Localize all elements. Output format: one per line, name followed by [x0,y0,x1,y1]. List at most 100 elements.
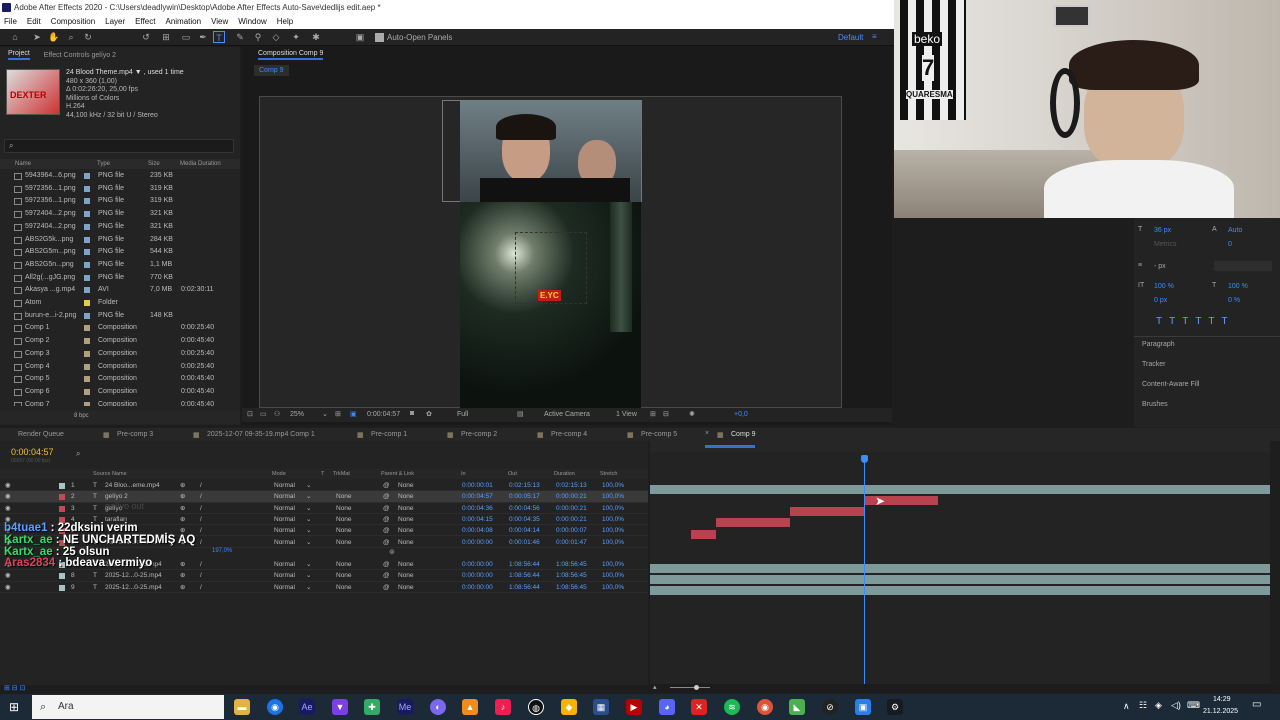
fx-slash-icon[interactable]: / [200,480,202,491]
fx-slash-icon[interactable]: / [200,503,202,514]
layer-stretch[interactable]: 100,0% [602,491,624,502]
zoom-slider-track[interactable] [670,687,710,688]
snapshot-icon[interactable]: ◙ [410,410,414,417]
project-list-item[interactable]: Akasya ...g.mp4 AVI 7,0 MB 0:02:30:11 [0,284,232,297]
dropdown-chevron-icon[interactable]: ⌄ [306,514,311,525]
dropdown-chevron-icon[interactable]: ⌄ [306,503,311,514]
project-list-item[interactable]: 5972404...2.png PNG file 321 KB [0,221,232,234]
taskbar-date[interactable]: 21.12.2025 [1203,708,1238,715]
eye-icon[interactable]: ◉ [5,582,11,593]
fx-slash-icon[interactable]: / [200,537,202,548]
monitor-icon[interactable]: ▭ [260,410,267,418]
blend-mode-select[interactable]: Normal [274,503,295,514]
tab-pre-comp-4[interactable]: Pre-comp 4 [551,431,587,438]
label-swatch[interactable] [84,325,90,332]
puppet-tool-icon[interactable]: ✱ [310,31,322,43]
fx-slash-icon[interactable]: / [200,559,202,570]
out-point[interactable]: 0:02:15:13 [509,480,540,491]
layer-stretch[interactable]: 100,0% [602,525,624,536]
layer-duration[interactable]: 0:00:00:21 [556,503,587,514]
label-swatch[interactable] [84,312,90,319]
blend-mode-select[interactable]: Normal [274,514,295,525]
dropdown-chevron-icon[interactable]: ⌄ [306,559,311,570]
col-duration[interactable]: Media Duration [180,161,221,167]
anchor-tool-icon[interactable]: ⊞ [160,31,172,43]
project-list-item[interactable]: burun-e...i-2.png PNG file 148 KB [0,310,232,323]
baseline-shift-value[interactable]: 0 px [1154,297,1167,304]
tray-network-icon[interactable]: ☷ [1139,700,1147,711]
project-list-item[interactable]: ABS2G5k...png PNG file 284 KB [0,234,232,247]
layer-row[interactable]: ◉ 9 T 2025-12...0-25.mp4 ⊕ / Normal ⌄ No… [0,582,648,593]
blend-mode-select[interactable]: Normal [274,570,295,581]
clone-tool-icon[interactable]: ⚲ [252,31,264,43]
tray-app-icon[interactable]: ◈ [1155,700,1162,711]
stroke-style-select[interactable] [1214,261,1272,271]
label-swatch[interactable] [84,376,90,383]
menu-animation[interactable]: Animation [165,15,201,29]
track-matte-select[interactable]: None [336,525,352,536]
label-swatch[interactable] [84,300,90,306]
out-point[interactable]: 1:08:56:44 [509,559,540,570]
brushes-panel[interactable]: Brushes [1142,401,1168,408]
fx-slash-icon[interactable]: / [200,491,202,502]
layer-duration[interactable]: 1:08:56:45 [556,559,587,570]
layer-name[interactable]: 24 Bloo...eme.mp4 [105,480,160,491]
menu-help[interactable]: Help [277,15,293,29]
tool-app-icon[interactable]: ⊘ [822,699,838,715]
tab-pre-comp-2[interactable]: Pre-comp 2 [461,431,497,438]
app-orange-icon[interactable]: ◉ [757,699,773,715]
parent-select[interactable]: None [398,570,414,581]
scale-readout[interactable]: 197,0% [212,548,232,554]
col-source-name[interactable]: Source Name [93,471,127,477]
out-point[interactable]: 1:08:56:44 [509,570,540,581]
notes-app-icon[interactable]: ◣ [789,699,805,715]
parent-select[interactable]: None [398,559,414,570]
layer-stretch[interactable]: 100,0% [602,514,624,525]
out-point[interactable]: 0:00:04:14 [509,525,540,536]
tracking-value[interactable]: 0 [1228,241,1232,248]
parent-select[interactable]: None [398,537,414,548]
col-stretch[interactable]: Stretch [600,471,617,477]
col-in[interactable]: In [461,471,466,477]
mask-icon[interactable]: ⚇ [274,410,280,418]
snap-icon[interactable]: ▣ [354,31,366,43]
menu-layer[interactable]: Layer [105,15,125,29]
layer-duration[interactable]: 0:00:01:47 [556,537,587,548]
playhead-handle[interactable] [861,455,868,463]
layer-row[interactable]: ◉ 3 T gelíyo ⊕ / Normal ⌄ None @ None 0:… [0,503,648,514]
layer-duration[interactable]: 0:00:00:07 [556,525,587,536]
layer-name[interactable]: 2025-12...0-25.mp4 [105,570,162,581]
brush-tool-icon[interactable]: ✎ [234,31,246,43]
shy-icon[interactable]: ⊕ [180,582,185,593]
project-list-item[interactable]: 5972356...1.png PNG file 319 KB [0,195,232,208]
project-list-item[interactable]: 5972356...1.png PNG file 319 KB [0,183,232,196]
in-point[interactable]: 0:00:00:00 [462,559,493,570]
pickwhip-icon[interactable]: @ [383,582,390,593]
zoom-slider-thumb[interactable] [694,685,699,690]
dropdown-chevron-icon[interactable]: ⌄ [306,525,311,536]
layer-duration[interactable]: 1:08:56:45 [556,570,587,581]
file-explorer-icon[interactable]: ▬ [234,699,250,715]
windows-start-icon[interactable]: ⊞ [9,700,19,714]
label-swatch[interactable] [84,236,90,243]
label-swatch[interactable] [84,223,90,230]
menu-file[interactable]: File [4,15,17,29]
tiktok-icon[interactable]: ♪ [495,699,511,715]
project-search-input[interactable]: ⌕ [4,139,234,153]
after-effects-taskbar-icon[interactable]: Ae [299,699,315,715]
timeline-timecode[interactable]: 0:00:04:57 [11,447,54,457]
layer-row[interactable]: ◉ 1 T 24 Bloo...eme.mp4 ⊕ / Normal ⌄ @ N… [0,480,648,492]
col-name[interactable]: Name [15,161,31,167]
tab-comp-1[interactable]: 2025-12-07 09-35-19.mp4 Comp 1 [207,431,315,438]
out-point[interactable]: 0:00:04:56 [509,503,540,514]
pickwhip-icon[interactable]: @ [383,559,390,570]
leading-value[interactable]: Auto [1228,227,1242,234]
tab-pre-comp-3[interactable]: Pre-comp 3 [117,431,153,438]
fast-preview-icon[interactable]: ▤ [517,410,524,418]
track-matte-select[interactable]: None [336,559,352,570]
col-out[interactable]: Out [508,471,517,477]
pickwhip-icon[interactable]: @ [383,514,390,525]
vlc-icon[interactable]: ▲ [462,699,478,715]
menu-effect[interactable]: Effect [135,15,155,29]
out-point[interactable]: 1:08:56:44 [509,582,540,593]
